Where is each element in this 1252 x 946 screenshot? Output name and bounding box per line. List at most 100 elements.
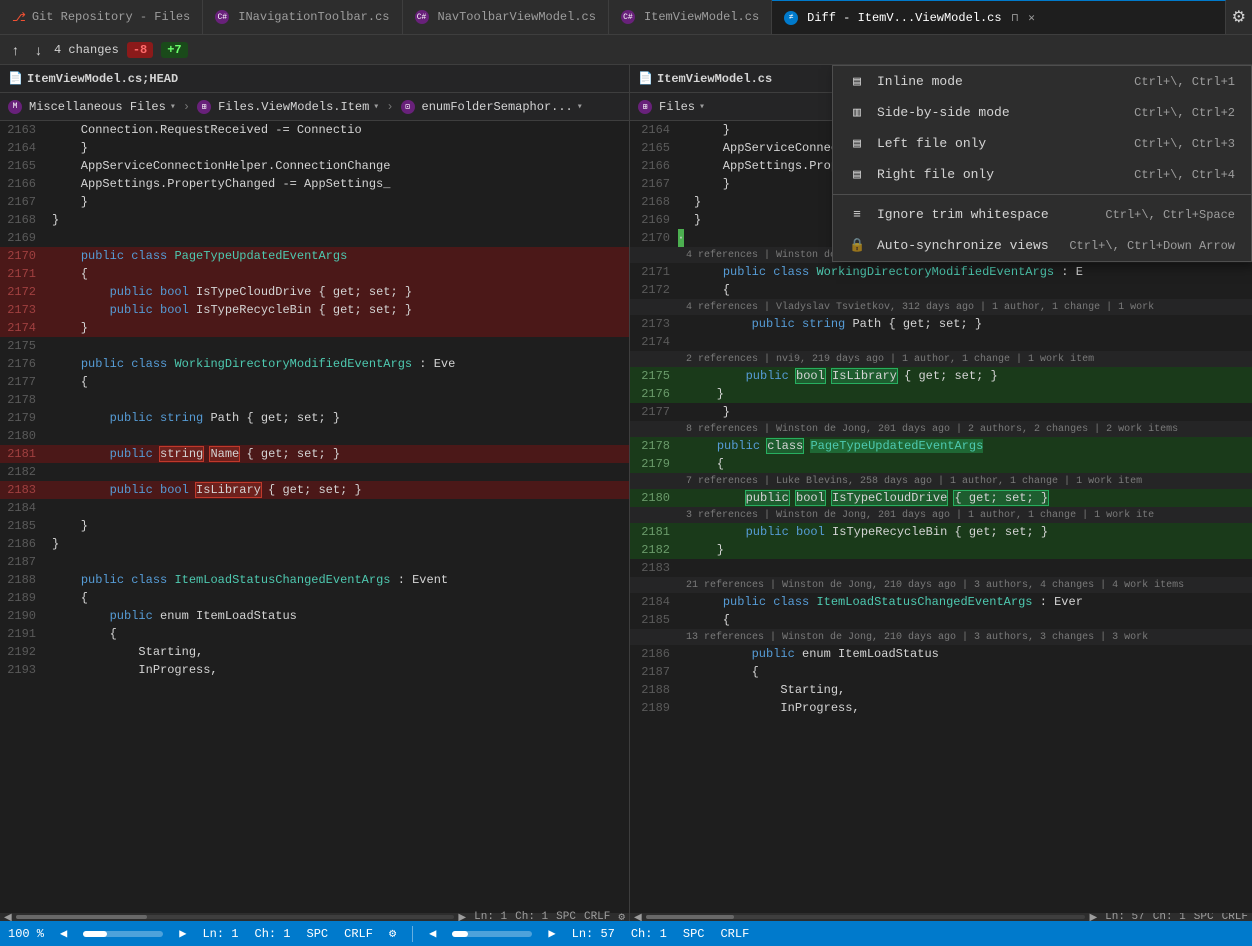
up-arrow-button[interactable]: ↑ — [8, 40, 23, 60]
right-file-icon: ▤ — [849, 167, 865, 182]
author-hint: 13 references | Winston de Jong, 210 day… — [630, 629, 1252, 645]
left-encoding: SPC — [307, 927, 329, 941]
left-scroll-right[interactable]: ▶ — [458, 912, 466, 922]
table-row: 2192 Starting, — [0, 643, 629, 661]
table-row: 2193 InProgress, — [0, 661, 629, 679]
table-row: 2179 public string Path { get; set; } — [0, 409, 629, 427]
table-row: 2187 { — [630, 663, 1252, 681]
tab-navtoolbar[interactable]: C# NavToolbarViewModel.cs — [403, 0, 609, 34]
menu-item-ignore-trim[interactable]: ≡ Ignore trim whitespace Ctrl+\, Ctrl+Sp… — [833, 199, 1251, 230]
author-hint: 4 references | Vladyslav Tsvietkov, 312 … — [630, 299, 1252, 315]
table-row: 2178 public class PageTypeUpdatedEventAr… — [630, 437, 1252, 455]
table-row: 2176 } — [630, 385, 1252, 403]
tab-inavtoolbar[interactable]: C# INavigationToolbar.cs — [203, 0, 402, 34]
scroll-left-btn[interactable]: ◀ — [60, 926, 67, 941]
tab-diff-item[interactable]: ≠ Diff - ItemV...ViewModel.cs ⊓ ✕ — [772, 0, 1226, 34]
table-row: 2169 — [0, 229, 629, 247]
table-row: 2182 — [0, 463, 629, 481]
ignore-trim-icon: ≡ — [849, 207, 865, 222]
left-file-header: 📄 ItemViewModel.cs;HEAD — [0, 65, 629, 93]
toolbar: ↑ ↓ 4 changes -8 +7 — [0, 35, 1252, 65]
chevron-2[interactable]: ▾ — [373, 101, 379, 113]
tab-close-button[interactable]: ⊓ — [1012, 11, 1019, 25]
table-row: 2184 — [0, 499, 629, 517]
table-row: 2182 } — [630, 541, 1252, 559]
status-divider — [412, 926, 413, 942]
left-code-area[interactable]: 2163 Connection.RequestReceived -= Conne… — [0, 121, 629, 913]
table-row: 2186 } — [0, 535, 629, 553]
table-row: 2174 — [630, 333, 1252, 351]
tab-pin-button[interactable]: ✕ — [1028, 11, 1035, 25]
main-area: 📄 ItemViewModel.cs;HEAD M Miscellaneous … — [0, 65, 1252, 921]
left-file-icon: 📄 — [8, 71, 23, 86]
table-row: 2180 public bool IsTypeCloudDrive { get;… — [630, 489, 1252, 507]
table-row: 2177 } — [630, 403, 1252, 421]
diff-icon: ≠ — [784, 11, 798, 25]
chevron-3[interactable]: ▾ — [577, 101, 583, 113]
right-scrollbar[interactable]: ◀ ▶ Ln: 57 Ch: 1 SPC CRLF — [630, 913, 1252, 921]
config-icon[interactable]: ⚙ — [389, 926, 396, 941]
menu-item-right-file[interactable]: ▤ Right file only Ctrl+\, Ctrl+4 — [833, 159, 1251, 190]
inline-mode-icon: ▤ — [849, 74, 865, 89]
menu-item-auto-sync[interactable]: 🔒 Auto-synchronize views Ctrl+\, Ctrl+Do… — [833, 230, 1251, 261]
table-row: 2175 — [0, 337, 629, 355]
settings-button[interactable]: ⚙ — [1226, 0, 1252, 34]
right-scroll-right-btn[interactable]: ▶ — [548, 926, 555, 941]
table-row: 2171 { — [0, 265, 629, 283]
author-hint: 3 references | Winston de Jong, 201 days… — [630, 507, 1252, 523]
author-hint: 2 references | nvi9, 219 days ago | 1 au… — [630, 351, 1252, 367]
table-row: 2172 public bool IsTypeCloudDrive { get;… — [0, 283, 629, 301]
chevron-right[interactable]: ▾ — [699, 101, 705, 113]
table-row: 2179 { — [630, 455, 1252, 473]
author-hint: 7 references | Luke Blevins, 258 days ag… — [630, 473, 1252, 489]
table-row: 2191 { — [0, 625, 629, 643]
menu-item-left-file[interactable]: ▤ Left file only Ctrl+\, Ctrl+3 — [833, 128, 1251, 159]
misc-icon: M — [8, 100, 22, 114]
table-row: 2188 Starting, — [630, 681, 1252, 699]
left-scroll-left[interactable]: ◀ — [4, 912, 12, 922]
lock-icon: 🔒 — [849, 238, 865, 253]
table-row: 2183 public bool IsLibrary { get; set; } — [0, 481, 629, 499]
tab-git-repository[interactable]: ⎇ Git Repository - Files — [0, 0, 203, 34]
chevron-1[interactable]: ▾ — [170, 101, 176, 113]
right-file-icon: 📄 — [638, 71, 653, 86]
right-line-ending: CRLF — [720, 927, 749, 941]
cs-icon-3: C# — [621, 10, 635, 24]
right-encoding: SPC — [683, 927, 705, 941]
table-row: 2185 { — [630, 611, 1252, 629]
zoom-level: 100 % — [8, 927, 44, 941]
table-row: 2168 } — [0, 211, 629, 229]
table-row: 2167 } — [0, 193, 629, 211]
table-row: 2178 — [0, 391, 629, 409]
side-by-side-icon: ▥ — [849, 105, 865, 120]
deletions-badge: -8 — [127, 42, 153, 58]
left-scrollbar[interactable]: ◀ ▶ Ln: 1 Ch: 1 SPC CRLF ⚙ — [0, 913, 629, 921]
table-row: 2181 public bool IsTypeRecycleBin { get;… — [630, 523, 1252, 541]
table-row: 2171 public class WorkingDirectoryModifi… — [630, 263, 1252, 281]
table-row: 2180 — [0, 427, 629, 445]
author-hint: 8 references | Winston de Jong, 201 days… — [630, 421, 1252, 437]
menu-item-inline-mode[interactable]: ▤ Inline mode Ctrl+\, Ctrl+1 — [833, 66, 1251, 97]
left-file-icon: ▤ — [849, 136, 865, 151]
scroll-right-btn[interactable]: ▶ — [179, 926, 186, 941]
additions-badge: +7 — [161, 42, 187, 58]
status-bar: 100 % ◀ ▶ Ln: 1 Ch: 1 SPC CRLF ⚙ ◀ ▶ Ln:… — [0, 921, 1252, 946]
scrollbar-track[interactable] — [83, 931, 163, 937]
menu-item-side-by-side[interactable]: ▥ Side-by-side mode Ctrl+\, Ctrl+2 — [833, 97, 1251, 128]
table-row: 2170 public class PageTypeUpdatedEventAr… — [0, 247, 629, 265]
tab-itemviewmodel[interactable]: C# ItemViewModel.cs — [609, 0, 772, 34]
right-scroll-left-btn[interactable]: ◀ — [429, 926, 436, 941]
changes-count: 4 changes — [54, 43, 119, 57]
cs-icon-2: C# — [415, 10, 429, 24]
right-pane: 📄 ItemViewModel.cs ⊞ Files ▾ 2164 } 2165… — [630, 65, 1252, 921]
table-row: 2176 public class WorkingDirectoryModifi… — [0, 355, 629, 373]
table-row: 2173 public string Path { get; set; } — [630, 315, 1252, 333]
table-row: 2172 { — [630, 281, 1252, 299]
left-settings-icon[interactable]: ⚙ — [618, 910, 625, 921]
cs-icon: C# — [215, 10, 229, 24]
right-scrollbar-track[interactable] — [452, 931, 532, 937]
table-row: 2185 } — [0, 517, 629, 535]
left-line-position: Ln: 1 — [202, 927, 238, 941]
down-arrow-button[interactable]: ↓ — [31, 40, 46, 60]
table-row: 2175 public bool IsLibrary { get; set; } — [630, 367, 1252, 385]
